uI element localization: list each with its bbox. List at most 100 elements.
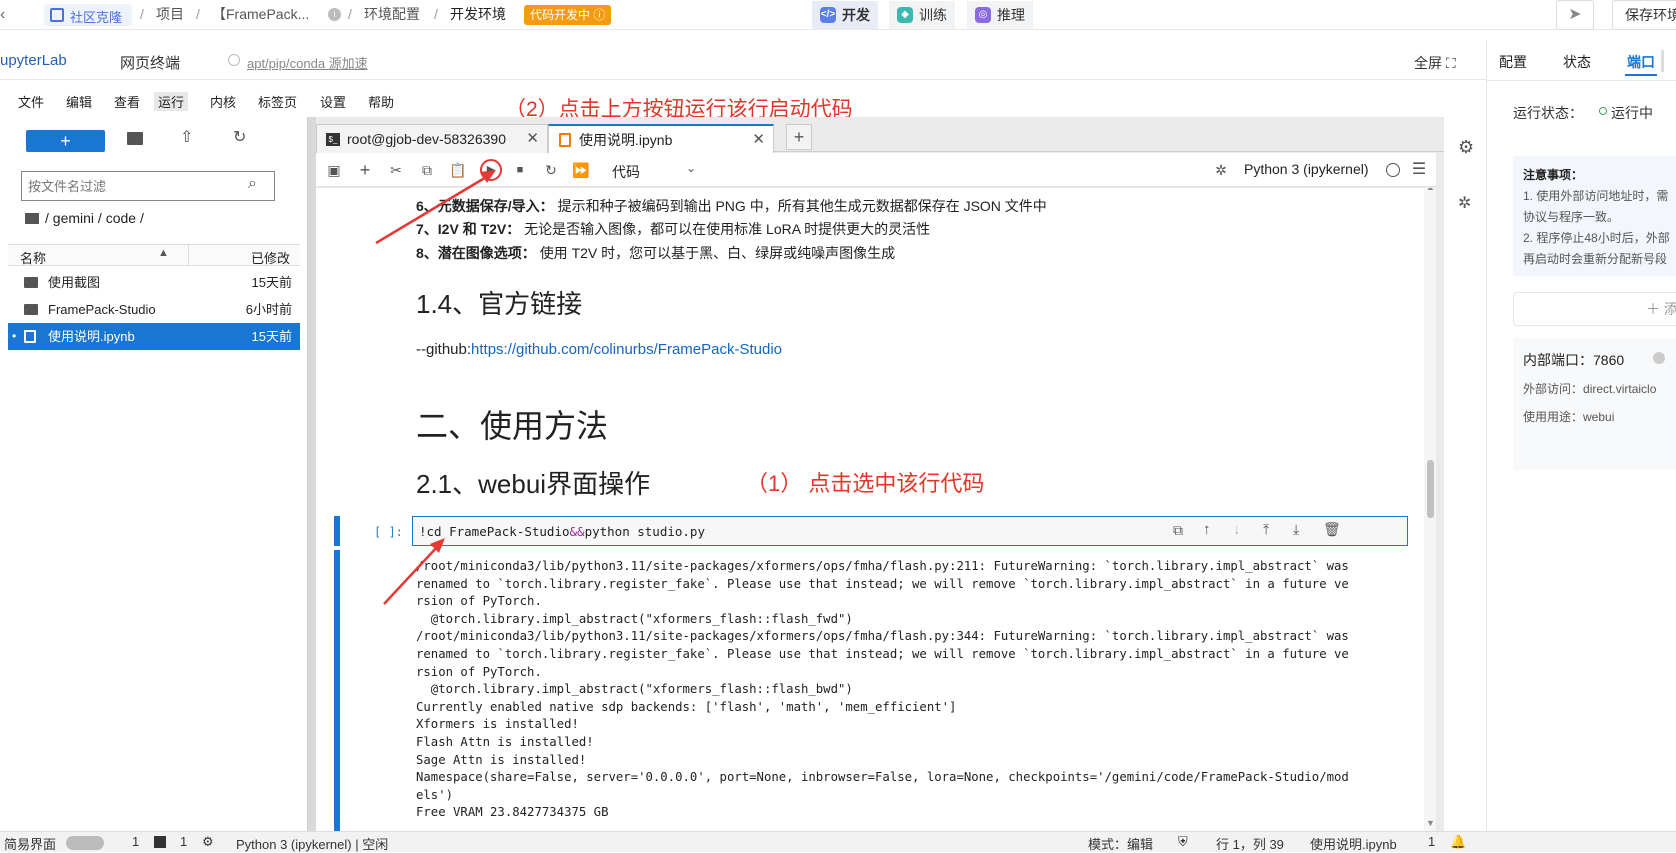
- column-name[interactable]: 名称: [20, 248, 46, 267]
- code-cell-input[interactable]: !cd FramePack-Studio&&python studio.py ⧉…: [412, 516, 1408, 546]
- bell-icon[interactable]: 🔔: [1450, 834, 1466, 850]
- breadcrumb-project-name[interactable]: 【FramePack...: [212, 0, 309, 28]
- tab-jupyterlab[interactable]: upyterLab: [0, 52, 67, 69]
- menu-view[interactable]: 查看: [114, 92, 140, 111]
- file-row[interactable]: 使用截图 15天前: [8, 269, 300, 296]
- add-port-button[interactable]: ＋ 添: [1513, 292, 1676, 326]
- port-card: 内部端口：7860 外部访问：direct.virtaiclo 使用用途：web…: [1513, 338, 1676, 470]
- notice-box: 注意事项： 1. 使用外部访问地址时，需 协议与程序一致。 2. 程序停止48小时后…: [1513, 156, 1676, 276]
- panel-splitter[interactable]: [308, 117, 316, 831]
- kernel-name[interactable]: Python 3 (ipykernel): [1244, 161, 1369, 177]
- kernel-status[interactable]: Python 3 (ipykernel) | 空闲: [236, 834, 388, 853]
- notification-count[interactable]: 1: [1428, 834, 1435, 849]
- github-link[interactable]: https://github.com/colinurbs/FramePack-S…: [471, 341, 782, 358]
- copy-icon[interactable]: ⧉: [418, 161, 436, 179]
- debug-icon[interactable]: ✲: [1212, 161, 1230, 179]
- upload-icon[interactable]: ⇧: [180, 127, 193, 147]
- tab-status[interactable]: 状态: [1563, 52, 1591, 72]
- property-inspector-icon[interactable]: ⚙: [1458, 137, 1474, 158]
- insert-cell-icon[interactable]: +: [356, 161, 374, 179]
- close-icon[interactable]: ✕: [526, 125, 539, 153]
- cell-active-bar[interactable]: [334, 516, 340, 546]
- trusted-icon[interactable]: ⛨: [1178, 834, 1188, 850]
- new-launcher-button[interactable]: +: [26, 130, 105, 152]
- scrollbar-thumb[interactable]: [1427, 460, 1434, 518]
- terminal-count[interactable]: 1: [132, 834, 139, 849]
- column-modified[interactable]: 已修改: [251, 248, 290, 267]
- tab-config[interactable]: 配置: [1499, 52, 1527, 72]
- refresh-icon[interactable]: ↻: [233, 127, 246, 147]
- menu-run[interactable]: 运行: [154, 92, 189, 111]
- menu-kernel[interactable]: 内核: [210, 92, 236, 111]
- stop-icon[interactable]: ■: [511, 161, 529, 179]
- run-all-icon[interactable]: ⏩: [572, 161, 590, 179]
- community-clone-button[interactable]: 社区克隆: [44, 4, 132, 26]
- sort-ascending-icon[interactable]: ▲: [158, 247, 169, 259]
- move-down-icon[interactable]: ↓: [1233, 521, 1241, 538]
- menu-tabs[interactable]: 标签页: [258, 92, 297, 111]
- tab-inference[interactable]: ◎ 推理: [967, 1, 1033, 29]
- list-item-8: 8、潜在图像选项： 使用 T2V 时，您可以基于黑、白、绿屏或纯噪声图像生成: [416, 245, 896, 261]
- file-row-selected[interactable]: • 使用说明.ipynb 15天前: [8, 323, 300, 350]
- fullscreen-button[interactable]: 全屏 ⛶: [1414, 53, 1456, 73]
- cell-output: /root/miniconda3/lib/python3.11/site-pac…: [416, 559, 1349, 820]
- breadcrumb-env-config[interactable]: 环境配置: [364, 0, 420, 28]
- list-item-7: 7、I2V 和 T2V： 无论是否输入图像，都可以在使用标准 LoRA 时提供更…: [416, 221, 931, 237]
- tab-notebook[interactable]: 使用说明.ipynb ✕: [548, 124, 774, 154]
- github-line: --github:https://github.com/colinurbs/Fr…: [416, 341, 783, 358]
- paste-icon[interactable]: 📋: [449, 161, 467, 179]
- code-text: !cd FramePack-Studio&&python studio.py: [419, 524, 705, 539]
- restart-icon[interactable]: ↻: [542, 161, 560, 179]
- run-status-label: 运行状态：: [1513, 105, 1583, 121]
- cursor-position[interactable]: 行 1，列 39: [1216, 834, 1284, 853]
- menu-edit[interactable]: 编辑: [66, 92, 92, 111]
- edit-mode[interactable]: 模式：编辑: [1088, 834, 1153, 853]
- mirror-link[interactable]: apt/pip/conda 源加速: [247, 53, 368, 72]
- menu-settings[interactable]: 设置: [320, 92, 346, 111]
- delete-cell-icon[interactable]: 🗑: [1323, 521, 1341, 538]
- train-icon: ◆: [897, 7, 913, 23]
- terminal-icon: $_: [326, 133, 340, 146]
- cell-type-select[interactable]: 代码 ⌄: [606, 159, 706, 181]
- save-icon[interactable]: ▣: [325, 161, 343, 179]
- close-icon[interactable]: ✕: [752, 126, 765, 154]
- menu-file[interactable]: 文件: [18, 92, 44, 111]
- new-folder-icon[interactable]: [127, 132, 143, 145]
- scrollbar[interactable]: ▲ ▼: [1424, 188, 1436, 831]
- tab-web-terminal[interactable]: 网页终端: [120, 52, 180, 73]
- tab-terminal[interactable]: $_ root@gjob-dev-58326390 ✕: [316, 124, 548, 154]
- file-modified: 6小时前: [245, 302, 292, 317]
- tab-train[interactable]: ◆ 训练: [889, 1, 955, 29]
- top-bar: ‹ 社区克隆 / 项目 / 【FramePack... i / 环境配置 / 开…: [0, 0, 1676, 30]
- file-filter-input[interactable]: [28, 177, 238, 195]
- back-chevron-icon[interactable]: ‹: [0, 6, 5, 24]
- file-filter-box[interactable]: ⌕: [21, 171, 275, 201]
- file-row[interactable]: FramePack-Studio 6小时前: [8, 296, 300, 323]
- info-icon[interactable]: [1653, 352, 1665, 364]
- insert-below-icon[interactable]: ⤓: [1293, 521, 1299, 538]
- tab-ports[interactable]: 端口: [1627, 52, 1655, 72]
- cut-icon[interactable]: ✂: [387, 161, 405, 179]
- duplicate-cell-icon[interactable]: ⧉: [1173, 522, 1183, 539]
- cell-prompt: [ ]:: [374, 525, 403, 539]
- kernel-count[interactable]: 1: [180, 834, 187, 849]
- breadcrumb-path[interactable]: / gemini / code /: [45, 210, 144, 226]
- tab-dev[interactable]: </> 开发: [812, 1, 878, 29]
- run-icon[interactable]: ▶: [480, 159, 502, 181]
- output-collapse-bar[interactable]: [334, 550, 340, 831]
- menu-help[interactable]: 帮助: [368, 92, 394, 111]
- send-icon[interactable]: ➤: [1556, 0, 1594, 30]
- simple-mode-toggle[interactable]: [66, 836, 104, 850]
- external-access[interactable]: 外部访问：direct.virtaiclo: [1523, 380, 1656, 397]
- gear-icon: ⚙: [202, 834, 214, 849]
- move-up-icon[interactable]: ↑: [1203, 521, 1211, 538]
- debugger-icon[interactable]: ✲: [1458, 193, 1471, 213]
- insert-above-icon[interactable]: ⤒: [1263, 521, 1269, 538]
- menu-icon[interactable]: ☰: [1410, 161, 1428, 179]
- info-icon[interactable]: i: [328, 8, 341, 21]
- status-dot-icon: [1599, 107, 1607, 115]
- breadcrumb-project[interactable]: 项目: [156, 0, 184, 28]
- notebook-icon: [559, 133, 571, 147]
- add-tab-button[interactable]: +: [786, 124, 812, 150]
- save-env-button[interactable]: 保存环境: [1612, 0, 1676, 30]
